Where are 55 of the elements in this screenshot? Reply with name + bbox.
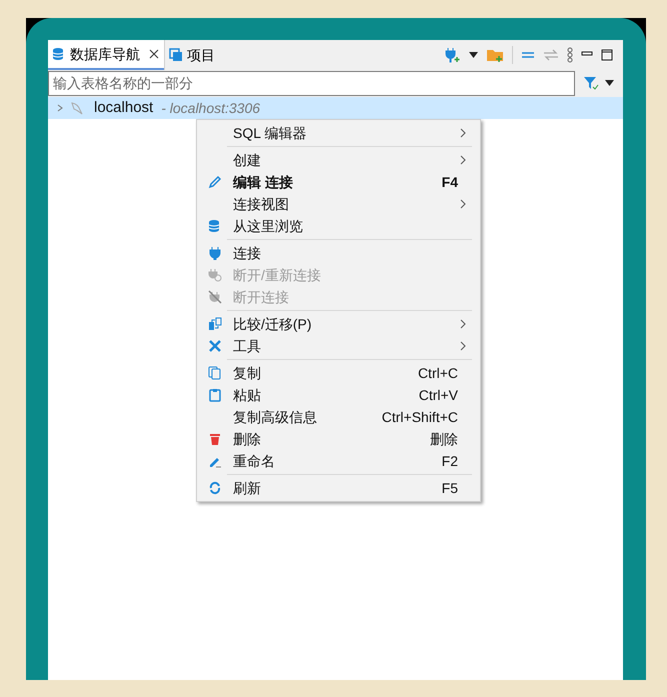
chevron-right-icon xyxy=(460,199,466,209)
menu-item[interactable]: 比较/迁移(P) xyxy=(197,313,480,335)
menu-item[interactable]: 从这里浏览 xyxy=(197,215,480,237)
menu-item[interactable]: 刷新 F5 xyxy=(197,477,480,499)
chevron-right-icon xyxy=(460,128,466,138)
menu-item[interactable]: 复制高级信息 Ctrl+Shift+C xyxy=(197,406,480,428)
menu-item[interactable]: 粘贴 Ctrl+V xyxy=(197,384,480,406)
chevron-right-icon xyxy=(460,341,466,351)
shortcut-label: Ctrl+V xyxy=(418,386,458,404)
filter-field[interactable]: 输入表格名称的一部分 xyxy=(48,70,575,96)
tab[interactable]: 数据库导航 xyxy=(48,40,164,70)
database-icon xyxy=(52,47,66,61)
shortcut-label: F5 xyxy=(442,478,458,498)
chevron-right-icon[interactable] xyxy=(56,104,64,112)
menu-item[interactable]: SQL 编辑器 xyxy=(197,122,480,144)
shortcut-label: Ctrl+Shift+C xyxy=(382,408,458,426)
menu-item[interactable]: 重命名 F2 xyxy=(197,450,480,472)
close-icon[interactable] xyxy=(148,48,160,60)
filter-icon[interactable] xyxy=(583,75,599,91)
unplug-icon xyxy=(208,290,222,304)
shortcut-label: F4 xyxy=(442,172,458,192)
tree-item[interactable]: localhost - localhost:3306 xyxy=(48,97,623,119)
windows-icon xyxy=(169,48,183,62)
more-icon[interactable] xyxy=(567,47,573,63)
menu-item[interactable]: 创建 xyxy=(197,149,480,171)
pencil-icon xyxy=(208,175,222,189)
shortcut-label: Ctrl+C xyxy=(418,364,458,382)
menu-item[interactable]: 编辑 连接 F4 xyxy=(197,171,480,193)
menu-item[interactable]: 连接视图 xyxy=(197,193,480,215)
trash-icon xyxy=(208,432,222,446)
collapse-icon[interactable] xyxy=(521,51,535,59)
chevron-right-icon xyxy=(460,155,466,165)
shortcut-label: 删除 xyxy=(430,430,458,448)
copy-icon xyxy=(208,366,222,380)
maximize-icon[interactable] xyxy=(601,49,613,61)
database-icon xyxy=(208,219,222,233)
shortcut-label: F2 xyxy=(442,452,458,470)
dropdown-icon[interactable] xyxy=(469,52,478,58)
menu-item[interactable]: 连接 xyxy=(197,242,480,264)
dropdown-icon[interactable] xyxy=(605,80,614,86)
plug-add-icon[interactable] xyxy=(445,47,461,63)
compare-icon xyxy=(208,317,222,331)
menu-item[interactable]: 复制 Ctrl+C xyxy=(197,362,480,384)
connection-name: localhost xyxy=(94,98,154,118)
refresh-icon xyxy=(208,481,222,495)
connection-address: - localhost:3306 xyxy=(161,98,260,118)
tab-label: 数据库导航 xyxy=(70,44,140,64)
chevron-right-icon xyxy=(460,319,466,329)
plug-icon xyxy=(208,268,222,282)
clipboard-icon xyxy=(208,388,222,402)
tab-label: 项目 xyxy=(187,46,215,64)
menu-item[interactable]: 工具 xyxy=(197,335,480,357)
menu-item[interactable]: 删除 删除 xyxy=(197,428,480,450)
plug-icon xyxy=(208,246,222,260)
folder-add-icon[interactable] xyxy=(486,47,504,63)
